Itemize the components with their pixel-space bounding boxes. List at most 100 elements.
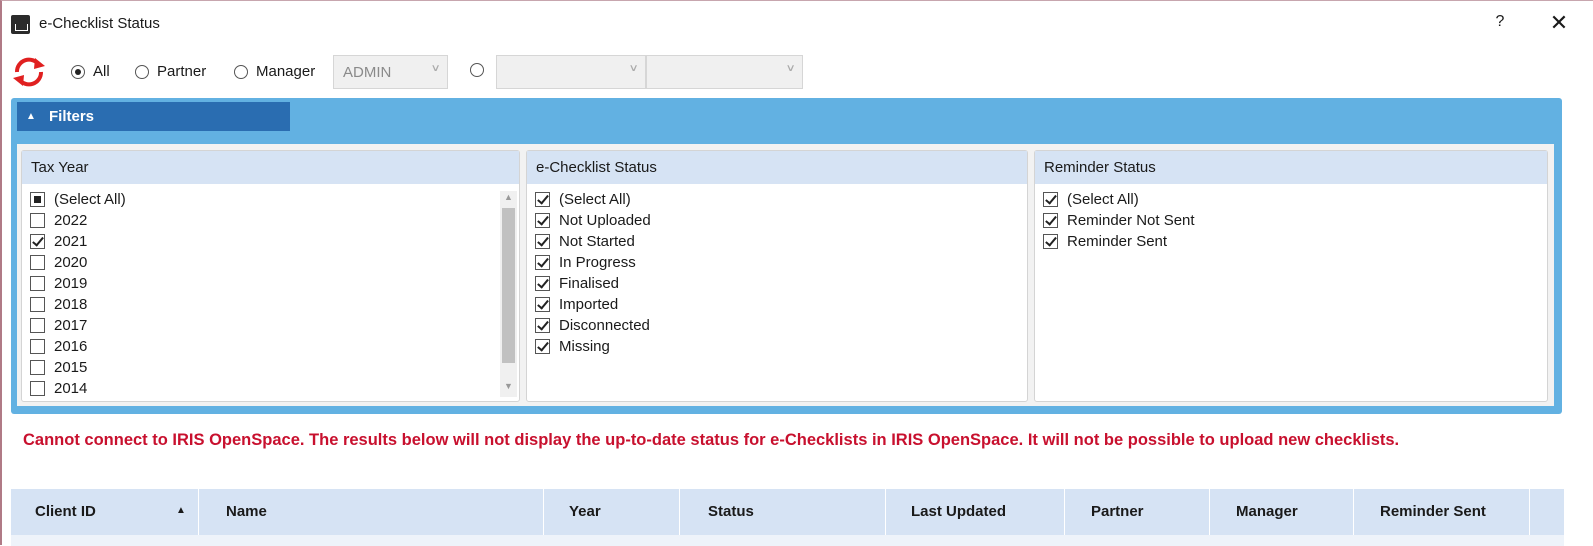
checkbox[interactable] (535, 276, 550, 291)
results-grid-body (11, 535, 1564, 546)
radio-all[interactable]: All (71, 63, 110, 80)
close-button[interactable]: ✕ (1547, 10, 1571, 36)
checkbox[interactable] (535, 297, 550, 312)
reminder-item-label: Reminder Not Sent (1067, 212, 1195, 229)
radio-all-dot[interactable] (71, 64, 85, 79)
checkbox[interactable] (30, 381, 45, 396)
column-manager[interactable]: Manager (1210, 489, 1354, 535)
tertiary-combo[interactable]: ∨ (646, 55, 803, 89)
tax-year-item-label: 2019 (54, 275, 88, 292)
tax-year-item[interactable]: 2019 (30, 273, 126, 294)
column-status[interactable]: Status (680, 489, 886, 535)
refresh-icon[interactable] (11, 56, 47, 88)
tax-year-item[interactable]: 2022 (30, 210, 126, 231)
status-item-label: Missing (559, 338, 610, 355)
checkbox[interactable] (535, 213, 550, 228)
status-item-label: Disconnected (559, 317, 650, 334)
scroll-down-icon[interactable]: ▼ (500, 381, 517, 397)
scroll-up-icon[interactable]: ▲ (500, 192, 517, 208)
status-item[interactable]: In Progress (535, 252, 651, 273)
column-partner[interactable]: Partner (1065, 489, 1210, 535)
checkbox[interactable] (30, 234, 45, 249)
column-client-id[interactable]: Client ID ▲ (11, 489, 199, 535)
checkbox[interactable] (1043, 234, 1058, 249)
tax-year-item-label: 2014 (54, 380, 88, 397)
tax-year-item[interactable]: 2017 (30, 315, 126, 336)
checkbox[interactable] (30, 255, 45, 270)
tax-year-item[interactable]: 2020 (30, 252, 126, 273)
filters-content: Tax Year (Select All) 2022 2021 2020 201… (17, 144, 1554, 406)
radio-other[interactable] (470, 63, 492, 77)
checkbox[interactable] (30, 192, 45, 207)
checkbox[interactable] (535, 318, 550, 333)
checkbox[interactable] (535, 192, 550, 207)
status-item-label: (Select All) (559, 191, 631, 208)
tax-year-item[interactable]: 2021 (30, 231, 126, 252)
radio-partner-label: Partner (157, 63, 207, 80)
window-title: e-Checklist Status (39, 15, 160, 32)
tax-year-item[interactable]: 2014 (30, 378, 126, 399)
reminder-item[interactable]: Reminder Sent (1043, 231, 1195, 252)
checkbox[interactable] (30, 360, 45, 375)
status-item[interactable]: Not Uploaded (535, 210, 651, 231)
reminder-status-list: Reminder Status (Select All) Reminder No… (1034, 150, 1548, 402)
title-bar: e-Checklist Status ? ✕ (2, 1, 1593, 47)
reminder-item[interactable]: (Select All) (1043, 189, 1195, 210)
tax-year-scrollbar[interactable]: ▲ ▼ (500, 191, 517, 397)
column-partner-label: Partner (1091, 503, 1144, 520)
tax-year-item[interactable]: 2016 (30, 336, 126, 357)
status-item-label: Finalised (559, 275, 620, 292)
tax-year-item[interactable]: 2018 (30, 294, 126, 315)
column-name[interactable]: Name (199, 489, 544, 535)
checkbox[interactable] (535, 339, 550, 354)
filters-toggle[interactable]: ▲ Filters (17, 102, 290, 131)
chevron-down-icon: ∨ (430, 63, 441, 74)
checkbox[interactable] (30, 276, 45, 291)
checkbox[interactable] (30, 318, 45, 333)
checkbox[interactable] (30, 213, 45, 228)
chevron-down-icon: ∨ (628, 63, 639, 74)
radio-manager-dot[interactable] (234, 64, 248, 79)
tax-year-item[interactable]: (Select All) (30, 189, 126, 210)
checkbox[interactable] (535, 234, 550, 249)
status-item-label: In Progress (559, 254, 636, 271)
scroll-thumb[interactable] (502, 208, 515, 363)
status-item[interactable]: Missing (535, 336, 651, 357)
tax-year-item-label: 2016 (54, 338, 88, 355)
checkbox[interactable] (1043, 192, 1058, 207)
reminder-item-label: (Select All) (1067, 191, 1139, 208)
column-last-updated[interactable]: Last Updated (886, 489, 1065, 535)
status-item[interactable]: Not Started (535, 231, 651, 252)
status-item[interactable]: Imported (535, 294, 651, 315)
column-client-id-label: Client ID (35, 503, 96, 520)
tax-year-item-label: 2021 (54, 233, 88, 250)
checkbox[interactable] (535, 255, 550, 270)
reminder-status-items: (Select All) Reminder Not Sent Reminder … (1043, 189, 1195, 252)
radio-partner-dot[interactable] (135, 64, 149, 79)
tax-year-item[interactable]: 2015 (30, 357, 126, 378)
column-year[interactable]: Year (544, 489, 680, 535)
checkbox[interactable] (30, 339, 45, 354)
help-button[interactable]: ? (1490, 13, 1510, 31)
radio-manager-label: Manager (256, 63, 316, 80)
radio-partner[interactable]: Partner (135, 63, 206, 80)
checkbox[interactable] (1043, 213, 1058, 228)
column-name-label: Name (226, 503, 267, 520)
manager-combo[interactable]: ADMIN ∨ (333, 55, 448, 89)
column-reminder-sent-label: Reminder Sent (1380, 503, 1486, 520)
status-item[interactable]: (Select All) (535, 189, 651, 210)
column-reminder-sent[interactable]: Reminder Sent (1354, 489, 1530, 535)
reminder-item[interactable]: Reminder Not Sent (1043, 210, 1195, 231)
secondary-combo[interactable]: ∨ (496, 55, 646, 89)
status-item[interactable]: Disconnected (535, 315, 651, 336)
tax-year-items: (Select All) 2022 2021 2020 2019 2018 20… (30, 189, 126, 399)
tax-year-header: Tax Year (22, 151, 519, 184)
status-item[interactable]: Finalised (535, 273, 651, 294)
tax-year-item-label: 2020 (54, 254, 88, 271)
column-last-updated-label: Last Updated (911, 503, 1007, 520)
radio-manager[interactable]: Manager (234, 63, 315, 80)
column-status-label: Status (708, 503, 754, 520)
checkbox[interactable] (30, 297, 45, 312)
radio-other-dot[interactable] (470, 63, 484, 77)
reminder-item-label: Reminder Sent (1067, 233, 1168, 250)
